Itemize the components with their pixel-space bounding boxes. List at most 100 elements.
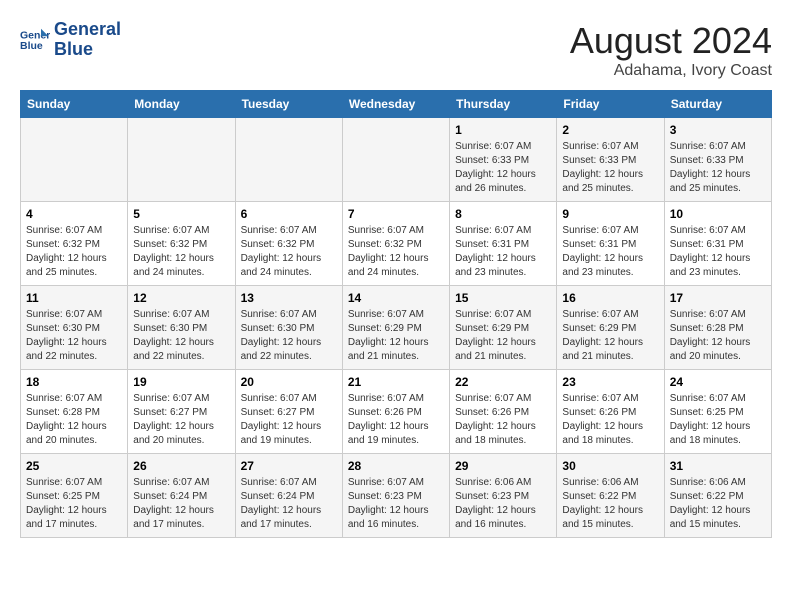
day-number: 30 — [562, 459, 658, 473]
day-info: Sunrise: 6:07 AM Sunset: 6:24 PM Dayligh… — [133, 476, 229, 532]
day-info: Sunrise: 6:07 AM Sunset: 6:28 PM Dayligh… — [26, 392, 122, 448]
day-of-week-header: Monday — [128, 91, 235, 118]
calendar-cell: 21 Sunrise: 6:07 AM Sunset: 6:26 PM Dayli… — [342, 370, 449, 454]
day-info: Sunrise: 6:07 AM Sunset: 6:30 PM Dayligh… — [26, 308, 122, 364]
title-area: August 2024 Adahama, Ivory Coast — [570, 20, 772, 80]
day-info: Sunrise: 6:07 AM Sunset: 6:26 PM Dayligh… — [455, 392, 551, 448]
day-info: Sunrise: 6:07 AM Sunset: 6:25 PM Dayligh… — [670, 392, 766, 448]
day-of-week-header: Wednesday — [342, 91, 449, 118]
calendar-cell: 19 Sunrise: 6:07 AM Sunset: 6:27 PM Dayli… — [128, 370, 235, 454]
calendar-table: SundayMondayTuesdayWednesdayThursdayFrid… — [20, 90, 772, 538]
calendar-cell: 1 Sunrise: 6:07 AM Sunset: 6:33 PM Daylig… — [450, 118, 557, 202]
day-info: Sunrise: 6:06 AM Sunset: 6:22 PM Dayligh… — [562, 476, 658, 532]
calendar-cell: 14 Sunrise: 6:07 AM Sunset: 6:29 PM Dayli… — [342, 286, 449, 370]
calendar-cell — [21, 118, 128, 202]
calendar-cell — [128, 118, 235, 202]
calendar-cell — [342, 118, 449, 202]
calendar-cell: 15 Sunrise: 6:07 AM Sunset: 6:29 PM Dayli… — [450, 286, 557, 370]
calendar-cell: 29 Sunrise: 6:06 AM Sunset: 6:23 PM Dayli… — [450, 454, 557, 538]
calendar-cell: 17 Sunrise: 6:07 AM Sunset: 6:28 PM Dayli… — [664, 286, 771, 370]
day-of-week-header: Friday — [557, 91, 664, 118]
day-number: 1 — [455, 123, 551, 137]
day-number: 15 — [455, 291, 551, 305]
logo-text-line1: General Blue — [54, 20, 121, 60]
day-info: Sunrise: 6:07 AM Sunset: 6:27 PM Dayligh… — [133, 392, 229, 448]
calendar-cell — [235, 118, 342, 202]
calendar-cell: 6 Sunrise: 6:07 AM Sunset: 6:32 PM Daylig… — [235, 202, 342, 286]
calendar-cell: 8 Sunrise: 6:07 AM Sunset: 6:31 PM Daylig… — [450, 202, 557, 286]
day-info: Sunrise: 6:07 AM Sunset: 6:33 PM Dayligh… — [455, 140, 551, 196]
day-number: 2 — [562, 123, 658, 137]
day-info: Sunrise: 6:07 AM Sunset: 6:29 PM Dayligh… — [348, 308, 444, 364]
day-info: Sunrise: 6:07 AM Sunset: 6:26 PM Dayligh… — [562, 392, 658, 448]
day-info: Sunrise: 6:07 AM Sunset: 6:29 PM Dayligh… — [455, 308, 551, 364]
day-number: 22 — [455, 375, 551, 389]
calendar-cell: 9Sunrise: 6:07 AM Sunset: 6:31 PM Daylig… — [557, 202, 664, 286]
calendar-header-row: SundayMondayTuesdayWednesdayThursdayFrid… — [21, 91, 772, 118]
calendar-cell: 22 Sunrise: 6:07 AM Sunset: 6:26 PM Dayli… — [450, 370, 557, 454]
day-info: Sunrise: 6:07 AM Sunset: 6:33 PM Dayligh… — [670, 140, 766, 196]
day-number: 19 — [133, 375, 229, 389]
calendar-week-row: 1 Sunrise: 6:07 AM Sunset: 6:33 PM Daylig… — [21, 118, 772, 202]
day-of-week-header: Thursday — [450, 91, 557, 118]
day-number: 16 — [562, 291, 658, 305]
day-number: 28 — [348, 459, 444, 473]
header: General Blue General Blue August 2024 Ad… — [20, 20, 772, 80]
day-number: 6 — [241, 207, 337, 221]
day-number: 23 — [562, 375, 658, 389]
calendar-week-row: 4 Sunrise: 6:07 AM Sunset: 6:32 PM Daylig… — [21, 202, 772, 286]
day-number: 17 — [670, 291, 766, 305]
calendar-cell: 28 Sunrise: 6:07 AM Sunset: 6:23 PM Dayli… — [342, 454, 449, 538]
day-number: 20 — [241, 375, 337, 389]
calendar-cell: 27 Sunrise: 6:07 AM Sunset: 6:24 PM Dayli… — [235, 454, 342, 538]
logo-icon: General Blue — [20, 25, 50, 55]
day-info: Sunrise: 6:07 AM Sunset: 6:28 PM Dayligh… — [670, 308, 766, 364]
day-of-week-header: Sunday — [21, 91, 128, 118]
day-info: Sunrise: 6:07 AM Sunset: 6:33 PM Dayligh… — [562, 140, 658, 196]
day-info: Sunrise: 6:07 AM Sunset: 6:27 PM Dayligh… — [241, 392, 337, 448]
day-info: Sunrise: 6:06 AM Sunset: 6:23 PM Dayligh… — [455, 476, 551, 532]
day-number: 13 — [241, 291, 337, 305]
day-info: Sunrise: 6:07 AM Sunset: 6:29 PM Dayligh… — [562, 308, 658, 364]
calendar-cell: 30 Sunrise: 6:06 AM Sunset: 6:22 PM Dayli… — [557, 454, 664, 538]
page-subtitle: Adahama, Ivory Coast — [570, 62, 772, 80]
day-number: 21 — [348, 375, 444, 389]
calendar-cell: 31Sunrise: 6:06 AM Sunset: 6:22 PM Dayli… — [664, 454, 771, 538]
day-info: Sunrise: 6:07 AM Sunset: 6:31 PM Dayligh… — [455, 224, 551, 280]
calendar-cell: 5Sunrise: 6:07 AM Sunset: 6:32 PM Daylig… — [128, 202, 235, 286]
calendar-cell: 11Sunrise: 6:07 AM Sunset: 6:30 PM Dayli… — [21, 286, 128, 370]
day-info: Sunrise: 6:07 AM Sunset: 6:32 PM Dayligh… — [26, 224, 122, 280]
day-number: 18 — [26, 375, 122, 389]
calendar-week-row: 11Sunrise: 6:07 AM Sunset: 6:30 PM Dayli… — [21, 286, 772, 370]
day-number: 8 — [455, 207, 551, 221]
day-number: 5 — [133, 207, 229, 221]
day-number: 3 — [670, 123, 766, 137]
calendar-cell: 4 Sunrise: 6:07 AM Sunset: 6:32 PM Daylig… — [21, 202, 128, 286]
day-info: Sunrise: 6:07 AM Sunset: 6:25 PM Dayligh… — [26, 476, 122, 532]
calendar-week-row: 18 Sunrise: 6:07 AM Sunset: 6:28 PM Dayli… — [21, 370, 772, 454]
day-number: 31 — [670, 459, 766, 473]
calendar-cell: 20 Sunrise: 6:07 AM Sunset: 6:27 PM Dayli… — [235, 370, 342, 454]
day-number: 12 — [133, 291, 229, 305]
day-info: Sunrise: 6:07 AM Sunset: 6:24 PM Dayligh… — [241, 476, 337, 532]
day-number: 7 — [348, 207, 444, 221]
calendar-cell: 2 Sunrise: 6:07 AM Sunset: 6:33 PM Daylig… — [557, 118, 664, 202]
day-number: 26 — [133, 459, 229, 473]
day-number: 24 — [670, 375, 766, 389]
day-info: Sunrise: 6:07 AM Sunset: 6:32 PM Dayligh… — [348, 224, 444, 280]
day-number: 29 — [455, 459, 551, 473]
day-info: Sunrise: 6:07 AM Sunset: 6:32 PM Dayligh… — [241, 224, 337, 280]
day-number: 27 — [241, 459, 337, 473]
calendar-cell: 7 Sunrise: 6:07 AM Sunset: 6:32 PM Daylig… — [342, 202, 449, 286]
day-number: 14 — [348, 291, 444, 305]
day-of-week-header: Saturday — [664, 91, 771, 118]
calendar-cell: 13Sunrise: 6:07 AM Sunset: 6:30 PM Dayli… — [235, 286, 342, 370]
calendar-cell: 12Sunrise: 6:07 AM Sunset: 6:30 PM Dayli… — [128, 286, 235, 370]
day-info: Sunrise: 6:07 AM Sunset: 6:23 PM Dayligh… — [348, 476, 444, 532]
logo: General Blue General Blue — [20, 20, 121, 60]
day-info: Sunrise: 6:07 AM Sunset: 6:31 PM Dayligh… — [670, 224, 766, 280]
day-info: Sunrise: 6:07 AM Sunset: 6:26 PM Dayligh… — [348, 392, 444, 448]
day-number: 4 — [26, 207, 122, 221]
day-number: 25 — [26, 459, 122, 473]
calendar-cell: 26 Sunrise: 6:07 AM Sunset: 6:24 PM Dayli… — [128, 454, 235, 538]
